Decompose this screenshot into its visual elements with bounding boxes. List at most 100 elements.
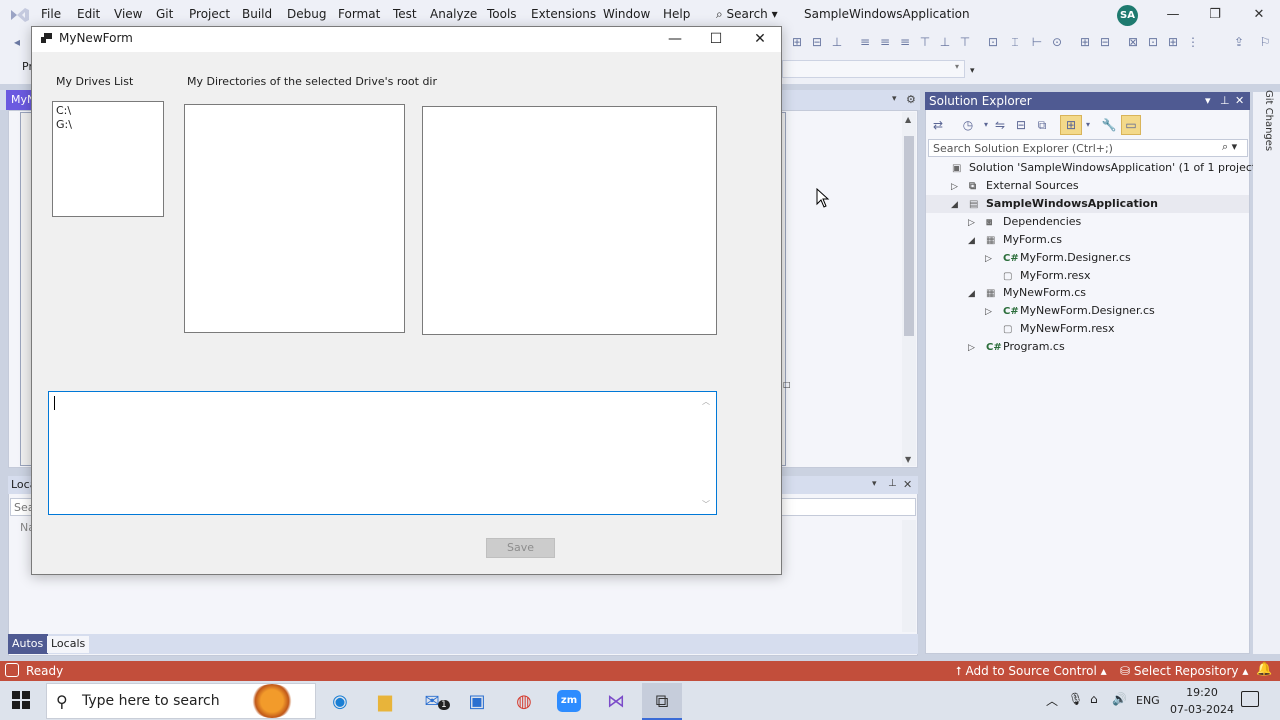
- menu-project[interactable]: Project: [189, 7, 230, 21]
- drives-listbox[interactable]: C:\ G:\: [52, 101, 164, 217]
- tree-item[interactable]: ▷ ⧆ Dependencies: [968, 215, 1081, 233]
- tree-item[interactable]: ▢ MyForm.resx: [985, 269, 1091, 287]
- tree-item[interactable]: ▷ C#Program.cs: [968, 340, 1065, 358]
- menu-test[interactable]: Test: [393, 7, 417, 21]
- wrench-icon[interactable]: 🔧: [1101, 117, 1117, 133]
- edge-icon[interactable]: ◉: [320, 686, 360, 718]
- close-icon[interactable]: ✕: [1235, 94, 1244, 107]
- save-button[interactable]: Save: [486, 538, 555, 558]
- expanded-chevron-icon[interactable]: ◢: [968, 289, 986, 299]
- chevron-down-icon[interactable]: ▾: [872, 479, 877, 489]
- close-icon[interactable]: ✕: [1250, 6, 1268, 24]
- tree-item[interactable]: ▷ C#MyForm.Designer.cs: [985, 251, 1131, 269]
- align-middle-icon[interactable]: ≡: [898, 35, 912, 49]
- file-explorer-icon[interactable]: ▆: [365, 686, 405, 718]
- tree-item[interactable]: ▷ ⧉ External Sources: [951, 179, 1079, 197]
- search-icon[interactable]: ⌕ ▾: [1222, 140, 1237, 154]
- make-same-height-icon[interactable]: ⊤: [958, 35, 972, 49]
- menu-tools[interactable]: Tools: [487, 7, 517, 21]
- git-changes-side-tab[interactable]: [1253, 92, 1280, 654]
- center-v-icon[interactable]: ⊞: [1078, 35, 1092, 49]
- tree-item[interactable]: ▷ C#MyNewForm.Designer.cs: [985, 304, 1155, 322]
- maximize-icon[interactable]: ☐: [706, 30, 726, 48]
- center-h-icon[interactable]: ⊙: [1050, 35, 1064, 49]
- network-icon[interactable]: ⌂: [1090, 692, 1098, 706]
- notification-bell-icon[interactable]: 🔔: [1256, 662, 1272, 677]
- scroll-up-icon[interactable]: ︿: [702, 396, 710, 407]
- scroll-up-icon[interactable]: ▲: [905, 115, 911, 124]
- tree-item[interactable]: ▢ MyNewForm.resx: [985, 322, 1115, 340]
- collapsed-chevron-icon[interactable]: ▷: [951, 182, 969, 192]
- menu-extensions[interactable]: Extensions: [531, 7, 596, 21]
- make-same-width-icon[interactable]: ⊥: [938, 35, 952, 49]
- bring-front-icon[interactable]: ⊟: [1098, 35, 1112, 49]
- menu-edit[interactable]: Edit: [77, 7, 100, 21]
- tree-item[interactable]: ◢ ▤ SampleWindowsApplication: [951, 197, 1158, 215]
- chevron-down-icon[interactable]: ▾: [1080, 117, 1096, 133]
- align-center-icon[interactable]: ⊥: [830, 35, 844, 49]
- output-icon[interactable]: [5, 663, 19, 677]
- scroll-down-icon[interactable]: ﹀: [702, 499, 710, 510]
- collapsed-chevron-icon[interactable]: ▷: [985, 307, 1003, 317]
- history-icon[interactable]: ◷: [960, 117, 976, 133]
- switch-views-icon[interactable]: ⇄: [930, 117, 946, 133]
- tree-item[interactable]: ◢ ▦ MyNewForm.cs: [968, 286, 1086, 304]
- back-icon[interactable]: ◂: [10, 35, 24, 49]
- list-item[interactable]: G:\: [56, 118, 160, 132]
- collapsed-chevron-icon[interactable]: ▷: [968, 218, 986, 228]
- designer-scroll-thumb[interactable]: [904, 136, 914, 336]
- size-to-grid-icon[interactable]: ⊡: [986, 35, 1000, 49]
- restore-icon[interactable]: ❐: [1206, 6, 1224, 24]
- menu-format[interactable]: Format: [338, 7, 380, 21]
- feedback-icon[interactable]: ⚐: [1258, 35, 1272, 49]
- configuration-dropdown[interactable]: [782, 60, 965, 78]
- collapsed-chevron-icon[interactable]: ▷: [968, 343, 986, 353]
- overflow-icon[interactable]: ▾: [970, 66, 975, 76]
- menu-help[interactable]: Help: [663, 7, 690, 21]
- list-item[interactable]: C:\: [56, 104, 160, 118]
- add-to-source-control-button[interactable]: ⭡ Add to Source Control ▴: [956, 664, 1107, 679]
- minimize-icon[interactable]: —: [1164, 6, 1182, 24]
- microphone-icon[interactable]: 🎙: [1068, 692, 1083, 706]
- align-left-icon[interactable]: ⊟: [810, 35, 824, 49]
- volume-icon[interactable]: 🔊: [1112, 692, 1127, 706]
- align-top-icon[interactable]: ≡: [878, 35, 892, 49]
- tree-item[interactable]: ◢ ▦ MyForm.cs: [968, 233, 1062, 251]
- collapse-all-icon[interactable]: ⊟: [1013, 117, 1029, 133]
- send-back-icon[interactable]: ⊠: [1126, 35, 1140, 49]
- tab-order-icon[interactable]: ⊞: [1166, 35, 1180, 49]
- pin-icon[interactable]: ⊥: [888, 478, 897, 489]
- show-all-files-icon[interactable]: ⧉: [1034, 117, 1050, 133]
- locals-scrollbar[interactable]: [902, 520, 916, 632]
- chrome-icon[interactable]: ◍: [504, 686, 544, 718]
- menu-build[interactable]: Build: [242, 7, 272, 21]
- tray-overflow-icon[interactable]: ︿: [1046, 692, 1058, 709]
- chevron-down-icon[interactable]: ▾: [1205, 94, 1211, 107]
- close-icon[interactable]: ✕: [750, 30, 770, 48]
- store-icon[interactable]: ▣: [457, 686, 497, 718]
- menu-debug[interactable]: Debug: [287, 7, 326, 21]
- winforms-app-icon[interactable]: ⧉: [642, 686, 682, 718]
- menu-view[interactable]: View: [114, 7, 142, 21]
- sync-icon[interactable]: ⇋: [992, 117, 1008, 133]
- more-toolbar-icon[interactable]: ⋮: [1186, 35, 1200, 49]
- tab-dropdown-icon[interactable]: ▾: [892, 94, 897, 104]
- resize-handle-icon[interactable]: □: [783, 380, 791, 389]
- search-highlight-icon[interactable]: [250, 684, 294, 718]
- pin-icon[interactable]: ⊥: [1220, 94, 1230, 107]
- menu-window[interactable]: Window: [603, 7, 650, 21]
- minimize-icon[interactable]: —: [665, 30, 685, 48]
- expanded-chevron-icon[interactable]: ◢: [951, 200, 969, 210]
- account-avatar[interactable]: SA: [1117, 5, 1138, 26]
- v-spacing-icon[interactable]: ⊢: [1030, 35, 1044, 49]
- files-listbox[interactable]: [422, 106, 717, 335]
- menu-analyze[interactable]: Analyze: [430, 7, 477, 21]
- menu-file[interactable]: File: [41, 7, 61, 21]
- collapsed-chevron-icon[interactable]: ▷: [985, 254, 1003, 264]
- align-bottom-icon[interactable]: ⊤: [918, 35, 932, 49]
- clock-time[interactable]: 19:20: [1176, 686, 1228, 699]
- zoom-icon[interactable]: zm: [557, 690, 581, 712]
- tab-locals[interactable]: Locals: [47, 636, 90, 653]
- menu-git[interactable]: Git: [156, 7, 173, 21]
- align-right-icon[interactable]: ≡: [858, 35, 872, 49]
